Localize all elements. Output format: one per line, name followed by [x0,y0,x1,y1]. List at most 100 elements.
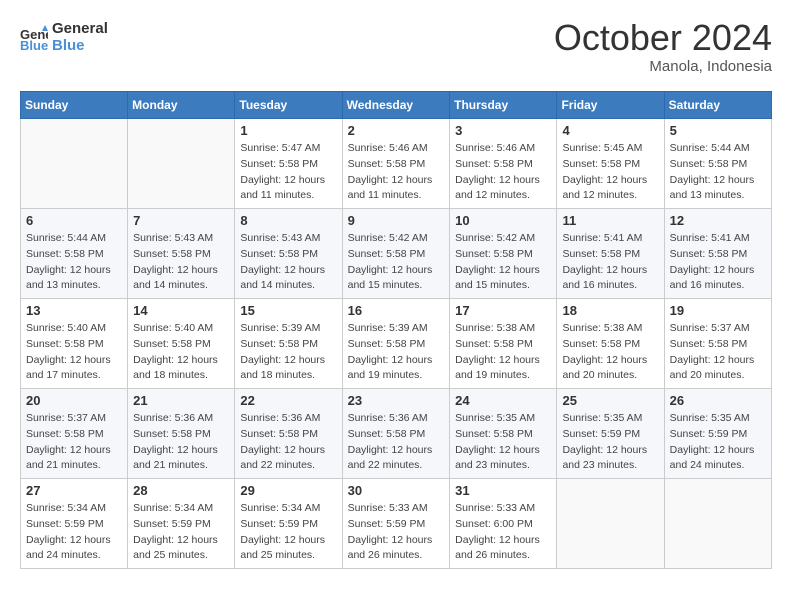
day-info: Sunrise: 5:33 AM Sunset: 6:00 PM Dayligh… [455,501,551,564]
calendar-cell: 14Sunrise: 5:40 AM Sunset: 5:58 PM Dayli… [128,299,235,389]
weekday-header: Saturday [664,92,771,119]
calendar-cell: 13 Sunrise: 5:40 AM Sunset: 5:58 PM Dayli… [21,299,128,389]
day-number: 29 [240,483,336,498]
day-info: Sunrise: 5:45 AM Sunset: 5:58 PM Dayligh… [562,141,658,204]
day-number: 16 [348,303,445,318]
calendar-cell: 7 Sunrise: 5:43 AM Sunset: 5:58 PM Daylig… [128,209,235,299]
calendar-cell: 12Sunrise: 5:41 AM Sunset: 5:58 PM Dayli… [664,209,771,299]
day-info: Sunrise: 5:44 AM Sunset: 5:58 PM Dayligh… [26,231,122,294]
calendar-cell: 23 Sunrise: 5:36 AM Sunset: 5:58 PM Dayli… [342,389,450,479]
day-number: 2 [348,123,445,138]
day-number: 7 [133,213,229,228]
calendar-header-row: SundayMondayTuesdayWednesdayThursdayFrid… [21,92,772,119]
day-number: 11 [562,213,658,228]
calendar-table: SundayMondayTuesdayWednesdayThursdayFrid… [20,91,772,569]
day-info: Sunrise: 5:37 AM Sunset: 5:58 PM Dayligh… [670,321,766,384]
day-number: 1 [240,123,336,138]
day-info: Sunrise: 5:46 AM Sunset: 5:58 PM Dayligh… [348,141,445,204]
day-number: 28 [133,483,229,498]
calendar-cell: 1 Sunrise: 5:47 AM Sunset: 5:58 PM Daylig… [235,119,342,209]
calendar-cell: 19 Sunrise: 5:37 AM Sunset: 5:58 PM Dayli… [664,299,771,389]
day-number: 6 [26,213,122,228]
calendar-cell [21,119,128,209]
calendar-cell [557,479,664,569]
weekday-header: Friday [557,92,664,119]
day-info: Sunrise: 5:34 AM Sunset: 5:59 PM Dayligh… [133,501,229,564]
day-info: Sunrise: 5:41 AM Sunset: 5:58 PM Dayligh… [670,231,766,294]
day-number: 31 [455,483,551,498]
day-info: Sunrise: 5:34 AM Sunset: 5:59 PM Dayligh… [26,501,122,564]
weekday-header: Monday [128,92,235,119]
day-info: Sunrise: 5:39 AM Sunset: 5:58 PM Dayligh… [348,321,445,384]
logo-blue: Blue [52,37,108,54]
day-number: 19 [670,303,766,318]
calendar-week-row: 20 Sunrise: 5:37 AM Sunset: 5:58 PM Dayli… [21,389,772,479]
day-number: 22 [240,393,336,408]
month-title: October 2024 [554,20,772,56]
calendar-cell: 9 Sunrise: 5:42 AM Sunset: 5:58 PM Daylig… [342,209,450,299]
calendar-cell: 30 Sunrise: 5:33 AM Sunset: 5:59 PM Dayli… [342,479,450,569]
day-info: Sunrise: 5:43 AM Sunset: 5:58 PM Dayligh… [133,231,229,294]
calendar-week-row: 13 Sunrise: 5:40 AM Sunset: 5:58 PM Dayli… [21,299,772,389]
day-info: Sunrise: 5:38 AM Sunset: 5:58 PM Dayligh… [455,321,551,384]
day-number: 9 [348,213,445,228]
day-info: Sunrise: 5:36 AM Sunset: 5:58 PM Dayligh… [348,411,445,474]
day-number: 23 [348,393,445,408]
day-number: 26 [670,393,766,408]
calendar-cell: 31 Sunrise: 5:33 AM Sunset: 6:00 PM Dayli… [450,479,557,569]
day-info: Sunrise: 5:35 AM Sunset: 5:58 PM Dayligh… [455,411,551,474]
day-info: Sunrise: 5:36 AM Sunset: 5:58 PM Dayligh… [133,411,229,474]
day-info: Sunrise: 5:47 AM Sunset: 5:58 PM Dayligh… [240,141,336,204]
calendar-cell: 11Sunrise: 5:41 AM Sunset: 5:58 PM Dayli… [557,209,664,299]
day-number: 27 [26,483,122,498]
day-info: Sunrise: 5:46 AM Sunset: 5:58 PM Dayligh… [455,141,551,204]
day-info: Sunrise: 5:33 AM Sunset: 5:59 PM Dayligh… [348,501,445,564]
calendar-cell: 8Sunrise: 5:43 AM Sunset: 5:58 PM Daylig… [235,209,342,299]
calendar-cell: 10 Sunrise: 5:42 AM Sunset: 5:58 PM Dayli… [450,209,557,299]
page-header: General Blue General Blue October 2024 M… [20,20,772,75]
day-number: 4 [562,123,658,138]
calendar-cell: 28 Sunrise: 5:34 AM Sunset: 5:59 PM Dayli… [128,479,235,569]
day-info: Sunrise: 5:37 AM Sunset: 5:58 PM Dayligh… [26,411,122,474]
day-info: Sunrise: 5:40 AM Sunset: 5:58 PM Dayligh… [133,321,229,384]
day-info: Sunrise: 5:38 AM Sunset: 5:58 PM Dayligh… [562,321,658,384]
logo: General Blue General Blue [20,20,108,54]
weekday-header: Wednesday [342,92,450,119]
calendar-cell: 2 Sunrise: 5:46 AM Sunset: 5:58 PM Daylig… [342,119,450,209]
day-info: Sunrise: 5:42 AM Sunset: 5:58 PM Dayligh… [348,231,445,294]
weekday-header: Thursday [450,92,557,119]
day-number: 21 [133,393,229,408]
day-number: 13 [26,303,122,318]
calendar-cell: 22 Sunrise: 5:36 AM Sunset: 5:58 PM Dayli… [235,389,342,479]
day-number: 24 [455,393,551,408]
day-number: 10 [455,213,551,228]
day-info: Sunrise: 5:35 AM Sunset: 5:59 PM Dayligh… [562,411,658,474]
day-number: 30 [348,483,445,498]
calendar-cell [128,119,235,209]
location: Manola, Indonesia [554,58,772,75]
day-info: Sunrise: 5:42 AM Sunset: 5:58 PM Dayligh… [455,231,551,294]
day-number: 25 [562,393,658,408]
day-number: 15 [240,303,336,318]
logo-icon: General Blue [20,23,48,51]
calendar-week-row: 6 Sunrise: 5:44 AM Sunset: 5:58 PM Daylig… [21,209,772,299]
svg-text:Blue: Blue [20,38,48,51]
day-info: Sunrise: 5:36 AM Sunset: 5:58 PM Dayligh… [240,411,336,474]
day-info: Sunrise: 5:35 AM Sunset: 5:59 PM Dayligh… [670,411,766,474]
calendar-cell: 25 Sunrise: 5:35 AM Sunset: 5:59 PM Dayli… [557,389,664,479]
day-info: Sunrise: 5:34 AM Sunset: 5:59 PM Dayligh… [240,501,336,564]
day-number: 20 [26,393,122,408]
calendar-cell [664,479,771,569]
calendar-cell: 29 Sunrise: 5:34 AM Sunset: 5:59 PM Dayli… [235,479,342,569]
day-info: Sunrise: 5:40 AM Sunset: 5:58 PM Dayligh… [26,321,122,384]
weekday-header: Tuesday [235,92,342,119]
calendar-cell: 5Sunrise: 5:44 AM Sunset: 5:58 PM Daylig… [664,119,771,209]
day-number: 5 [670,123,766,138]
calendar-cell: 20 Sunrise: 5:37 AM Sunset: 5:58 PM Dayli… [21,389,128,479]
logo-general: General [52,20,108,37]
day-number: 8 [240,213,336,228]
calendar-cell: 21 Sunrise: 5:36 AM Sunset: 5:58 PM Dayli… [128,389,235,479]
calendar-cell: 18 Sunrise: 5:38 AM Sunset: 5:58 PM Dayli… [557,299,664,389]
calendar-cell: 15Sunrise: 5:39 AM Sunset: 5:58 PM Dayli… [235,299,342,389]
day-number: 18 [562,303,658,318]
